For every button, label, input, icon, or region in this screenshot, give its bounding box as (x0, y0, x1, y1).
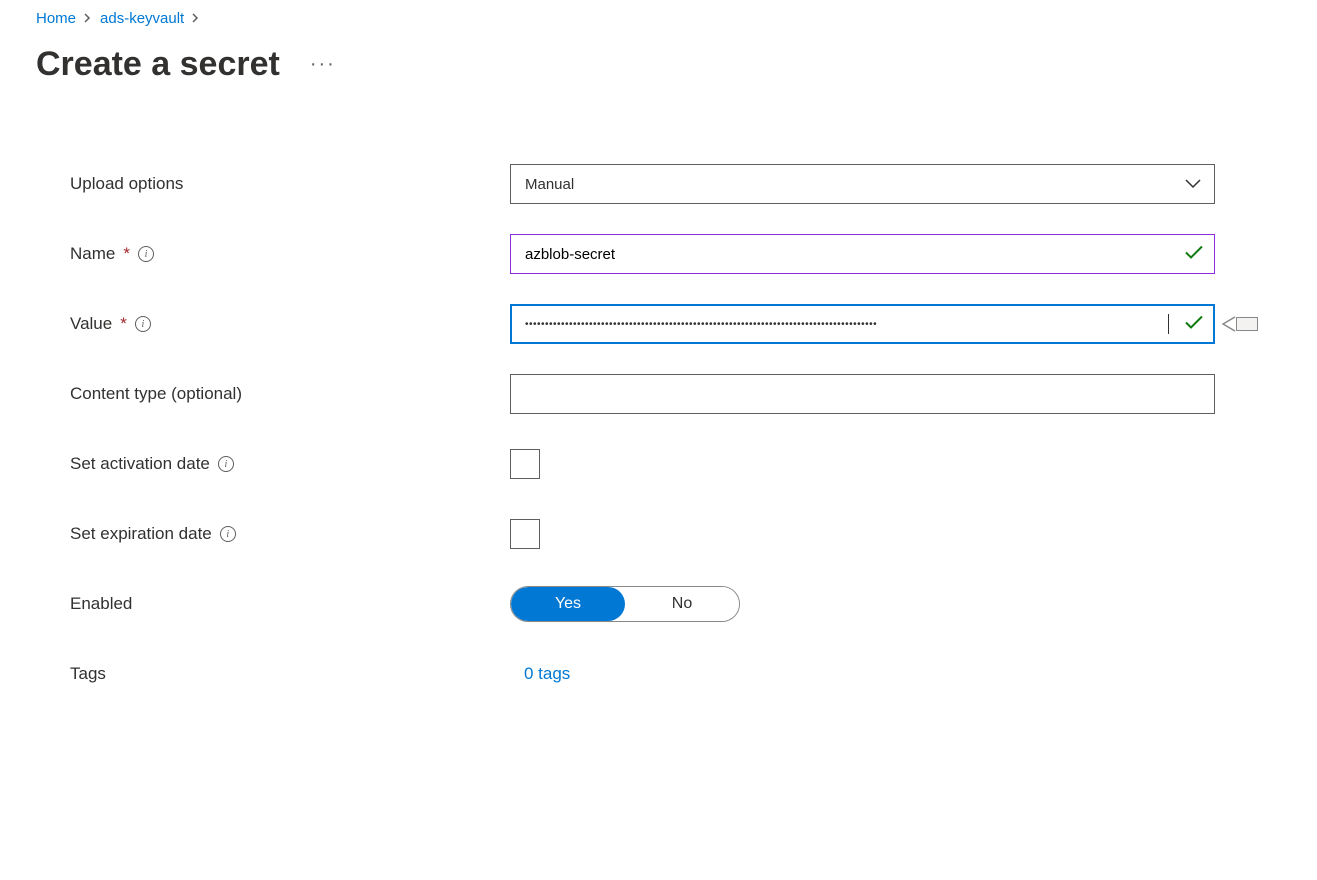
more-actions-button[interactable]: ··· (304, 53, 342, 76)
breadcrumb: Home ads-keyvault (36, 10, 1281, 27)
activation-date-checkbox[interactable] (510, 449, 540, 479)
upload-options-select[interactable]: Manual (510, 164, 1215, 204)
enabled-toggle: Yes No (510, 586, 740, 622)
enabled-no-option[interactable]: No (625, 587, 739, 621)
activation-date-label: Set activation date (70, 454, 210, 474)
breadcrumb-home[interactable]: Home (36, 10, 76, 27)
value-label: Value (70, 314, 112, 334)
required-star-icon: * (123, 244, 130, 264)
required-star-icon: * (120, 314, 127, 334)
expiration-date-label: Set expiration date (70, 524, 212, 544)
info-icon[interactable]: i (220, 526, 236, 542)
upload-options-value: Manual (525, 176, 574, 193)
content-type-label: Content type (optional) (70, 384, 242, 404)
expiration-date-checkbox[interactable] (510, 519, 540, 549)
enabled-yes-option[interactable]: Yes (511, 587, 625, 621)
page-title: Create a secret (36, 45, 280, 84)
enabled-label: Enabled (70, 594, 132, 614)
tags-link[interactable]: 0 tags (524, 664, 570, 683)
value-masked: ••••••••••••••••••••••••••••••••••••••••… (525, 319, 1166, 330)
upload-options-label: Upload options (70, 174, 183, 194)
info-icon[interactable]: i (218, 456, 234, 472)
content-type-input[interactable] (510, 374, 1215, 414)
arrow-left-icon (1222, 316, 1236, 332)
name-input[interactable] (510, 234, 1215, 274)
breadcrumb-keyvault[interactable]: ads-keyvault (100, 10, 184, 27)
pointer-annotation (1222, 316, 1258, 332)
info-icon[interactable]: i (135, 316, 151, 332)
chevron-right-icon (192, 12, 200, 26)
value-input[interactable]: ••••••••••••••••••••••••••••••••••••••••… (510, 304, 1215, 344)
create-secret-form: Upload options Manual Name * i (36, 164, 1281, 694)
info-icon[interactable]: i (138, 246, 154, 262)
tags-label: Tags (70, 664, 106, 684)
text-caret (1168, 314, 1169, 334)
name-label: Name (70, 244, 115, 264)
chevron-right-icon (84, 12, 92, 26)
